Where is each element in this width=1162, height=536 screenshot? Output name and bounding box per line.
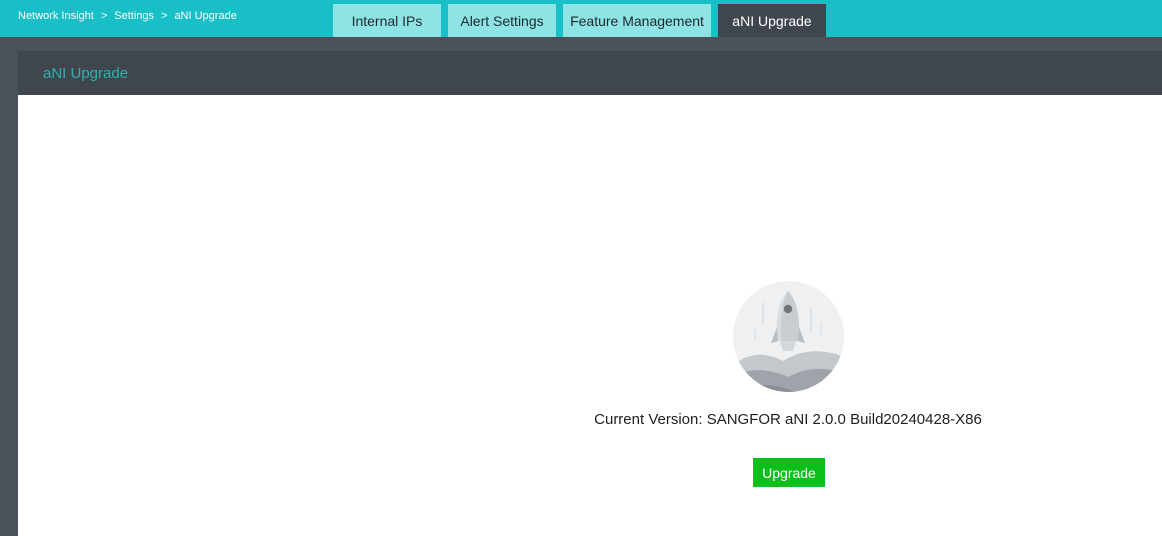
breadcrumb-separator: > xyxy=(161,10,168,22)
panel-header: aNI Upgrade xyxy=(18,51,1162,95)
tab-ani-upgrade[interactable]: aNI Upgrade xyxy=(718,4,826,37)
current-version-text: Current Version: SANGFOR aNI 2.0.0 Build… xyxy=(594,411,982,428)
rocket-icon xyxy=(733,281,844,392)
tab-feature-management[interactable]: Feature Management xyxy=(563,4,711,37)
top-bar: Network Insight > Settings > aNI Upgrade Int… xyxy=(0,0,1162,37)
tab-alert-settings[interactable]: Alert Settings xyxy=(448,4,556,37)
breadcrumb-item-settings[interactable]: Settings xyxy=(114,10,154,22)
upgrade-button[interactable]: Upgrade xyxy=(753,458,825,487)
upgrade-content: Current Version: SANGFOR aNI 2.0.0 Build… xyxy=(18,95,1162,536)
breadcrumb-separator: > xyxy=(100,10,108,22)
tab-internal-ips[interactable]: Internal IPs xyxy=(333,4,441,37)
panel-title: aNI Upgrade xyxy=(43,65,129,82)
breadcrumb-item-network-insight[interactable]: Network Insight xyxy=(18,10,94,22)
breadcrumb-item-current: aNI Upgrade xyxy=(174,10,237,22)
breadcrumb: Network Insight > Settings > aNI Upgrade xyxy=(18,10,237,22)
settings-tabs: Internal IPs Alert Settings Feature Mana… xyxy=(333,4,833,37)
